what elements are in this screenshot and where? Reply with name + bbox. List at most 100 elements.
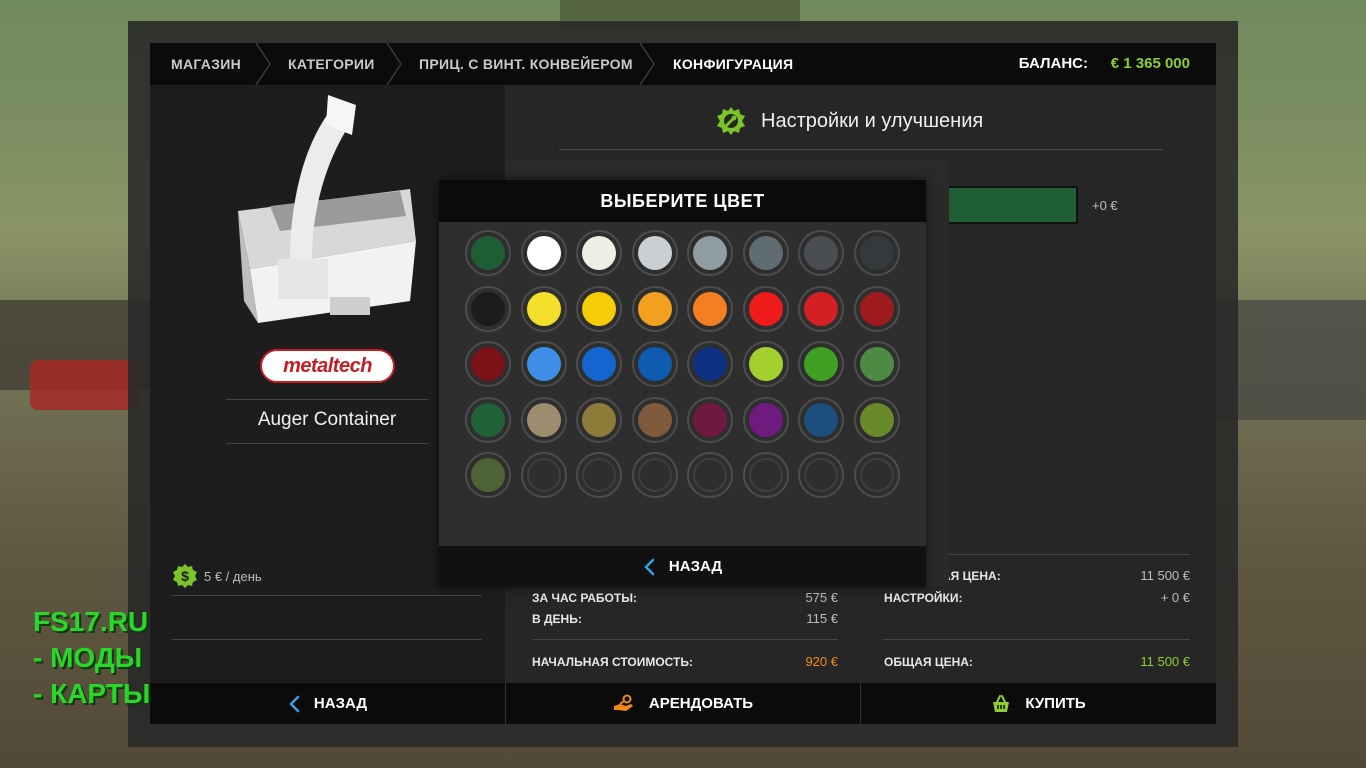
color-swatch[interactable] [687, 396, 733, 443]
color-swatch[interactable] [576, 341, 622, 387]
initial-cost-label: НАЧАЛЬНАЯ СТОИМОСТЬ: [532, 655, 694, 669]
color-picker-dialog: ВЫБЕРИТЕ ЦВЕТ НАЗАД [439, 180, 926, 587]
configuration-value: + 0 € [1160, 590, 1190, 605]
breadcrumb-subcategory[interactable]: ПРИЦ. С ВИНТ. КОНВЕЙЕРОМ [419, 43, 633, 85]
color-swatch-grid [439, 222, 926, 546]
color-swatch[interactable] [853, 396, 900, 443]
swatch-fill [526, 402, 561, 437]
swatch-fill [693, 236, 727, 270]
color-swatch[interactable] [465, 452, 511, 498]
option-price: +0 € [1092, 198, 1118, 213]
swatch-fill [748, 236, 783, 270]
color-swatch[interactable] [853, 230, 900, 276]
swatch-fill [471, 458, 505, 492]
color-swatch[interactable] [853, 341, 900, 387]
swatch-fill [582, 347, 616, 381]
color-swatch[interactable] [465, 230, 511, 276]
total-price-value: 11 500 € [1140, 654, 1190, 669]
empty-color-slot [742, 452, 789, 498]
color-dialog-back-button[interactable]: НАЗАД [439, 546, 926, 587]
action-bar: НАЗАД АРЕНДОВАТЬ КУПИТЬ [150, 683, 1216, 724]
color-swatch[interactable] [687, 285, 733, 332]
empty-color-slot [687, 452, 733, 498]
color-swatch[interactable] [465, 396, 511, 443]
swatch-fill [859, 347, 894, 381]
color-dialog-title: ВЫБЕРИТЕ ЦВЕТ [439, 180, 926, 222]
buy-button[interactable]: КУПИТЬ [861, 683, 1216, 724]
total-price-label: ОБЩАЯ ЦЕНА: [884, 655, 973, 669]
breadcrumb-shop[interactable]: МАГАЗИН [171, 43, 241, 85]
watermark: FS17.RU - МОДЫ - КАРТЫ [33, 604, 150, 712]
gear-wrench-icon [717, 107, 745, 135]
svg-text:$: $ [181, 568, 189, 584]
rent-button-label: АРЕНДОВАТЬ [648, 695, 754, 712]
swatch-fill [637, 347, 672, 381]
color-swatch[interactable] [742, 285, 789, 332]
color-swatch[interactable] [520, 230, 567, 276]
swatch-fill [582, 458, 616, 492]
swatch-fill [748, 458, 783, 492]
color-swatch[interactable] [798, 285, 844, 332]
color-swatch[interactable] [576, 285, 622, 332]
swatch-fill [637, 236, 672, 270]
color-swatch[interactable] [798, 230, 844, 276]
per-hour-label: ЗА ЧАС РАБОТЫ: [532, 591, 637, 605]
swatch-fill [693, 458, 727, 492]
daily-cost: $ 5 € / день [172, 563, 262, 589]
swatch-fill [582, 291, 616, 326]
back-button-label: НАЗАД [313, 695, 368, 712]
balance-value: € 1 365 000 [1110, 55, 1190, 72]
color-swatch[interactable] [687, 341, 733, 387]
divider [559, 149, 1163, 150]
color-swatch[interactable] [631, 396, 678, 443]
configuration-label: НАСТРОЙКИ: [884, 591, 963, 605]
swatch-fill [804, 236, 838, 270]
dollar-coin-icon: $ [173, 564, 197, 588]
color-swatch[interactable] [631, 341, 678, 387]
watermark-line-3: - КАРТЫ [33, 678, 151, 709]
swatch-fill [471, 402, 505, 437]
background-fuel-station [1216, 300, 1366, 420]
swatch-fill [748, 347, 783, 381]
color-swatch[interactable] [520, 396, 567, 443]
color-swatch[interactable] [465, 285, 511, 332]
color-swatch[interactable] [631, 230, 678, 276]
breadcrumb-configuration: КОНФИГУРАЦИЯ [673, 56, 794, 72]
color-swatch[interactable] [742, 230, 789, 276]
color-swatch[interactable] [798, 396, 844, 443]
breadcrumb-categories[interactable]: КАТЕГОРИИ [288, 43, 375, 85]
color-swatch[interactable] [576, 230, 622, 276]
brand-logo: metaltech [260, 349, 395, 383]
base-price-value: 11 500 € [1140, 568, 1190, 583]
color-swatch[interactable] [520, 285, 567, 332]
color-swatch[interactable] [798, 341, 844, 387]
swatch-fill [526, 347, 561, 381]
rent-button[interactable]: АРЕНДОВАТЬ [506, 683, 860, 724]
watermark-line-1: FS17.RU [33, 606, 149, 637]
background-tractor [30, 360, 140, 410]
settings-header: Настройки и улучшения [715, 103, 983, 139]
per-day-label: В ДЕНЬ: [532, 612, 582, 626]
empty-color-slot [576, 452, 622, 498]
swatch-fill [471, 347, 505, 381]
color-dialog-back-label: НАЗАД [668, 558, 723, 575]
color-swatch[interactable] [465, 341, 511, 387]
swatch-fill [471, 291, 505, 326]
breadcrumb: МАГАЗИН КАТЕГОРИИ ПРИЦ. С ВИНТ. КОНВЕЙЕР… [150, 43, 1216, 85]
breadcrumb-separator [254, 43, 272, 85]
color-swatch[interactable] [853, 285, 900, 332]
swatch-fill [637, 291, 672, 326]
basket-icon [993, 694, 1010, 712]
color-swatch[interactable] [520, 341, 567, 387]
empty-color-slot [631, 452, 678, 498]
color-swatch[interactable] [631, 285, 678, 332]
empty-color-slot [520, 452, 567, 498]
color-swatch[interactable] [687, 230, 733, 276]
back-button[interactable]: НАЗАД [150, 683, 505, 724]
color-swatch[interactable] [576, 396, 622, 443]
base-price-label: АЯ ЦЕНА: [942, 569, 1001, 583]
color-swatch[interactable] [742, 341, 789, 387]
swatch-fill [471, 236, 505, 270]
color-swatch[interactable] [742, 396, 789, 443]
empty-color-slot [798, 452, 844, 498]
